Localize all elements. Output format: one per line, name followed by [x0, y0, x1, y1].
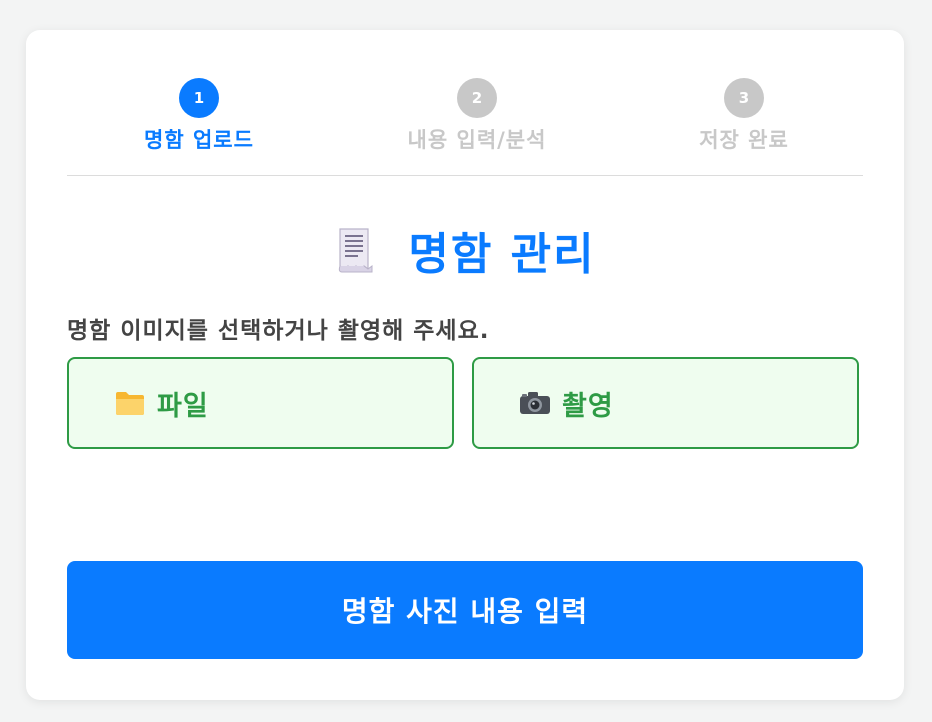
step-number-badge: 3: [724, 78, 764, 118]
page-title: 명함 관리: [408, 229, 596, 280]
step-label: 내용 입력/분석: [407, 128, 547, 152]
stepper: 1 명함 업로드 2 내용 입력/분석 3 저장 완료: [67, 78, 863, 176]
page-title-row: 명함 관리: [26, 220, 904, 280]
enter-card-content-button[interactable]: 명함 사진 내용 입력: [67, 561, 863, 659]
step-label: 명함 업로드: [144, 128, 254, 152]
step-save-complete: 3 저장 완료: [644, 78, 844, 154]
camera-icon: [518, 388, 552, 418]
folder-icon: [113, 388, 147, 418]
step-label: 저장 완료: [699, 128, 789, 152]
file-select-button[interactable]: 파일: [67, 357, 454, 449]
file-select-label: 파일: [157, 390, 209, 422]
upload-card: 1 명함 업로드 2 내용 입력/분석 3 저장 완료 명함 관리 명함 이미지…: [26, 30, 904, 700]
camera-capture-button[interactable]: 촬영: [472, 357, 859, 449]
step-number-badge: 2: [457, 78, 497, 118]
step-number-badge: 1: [179, 78, 219, 118]
receipt-icon: [334, 225, 374, 275]
step-upload: 1 명함 업로드: [99, 78, 299, 154]
step-input-analyze: 2 내용 입력/분석: [377, 78, 577, 154]
camera-capture-label: 촬영: [562, 390, 614, 422]
instruction-text: 명함 이미지를 선택하거나 촬영해 주세요.: [67, 318, 490, 344]
